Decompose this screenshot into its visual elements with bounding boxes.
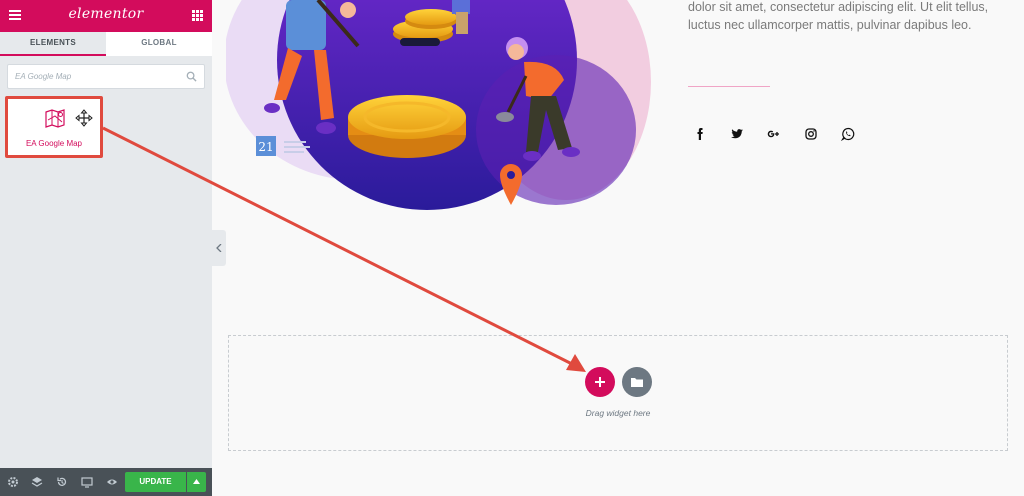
settings-icon[interactable] [7, 476, 19, 488]
facebook-icon[interactable] [693, 127, 707, 141]
editor-window: elementor ELEMENTS GLOBAL EA Google Map … [0, 0, 1024, 496]
hero-illustration: 21 [226, 0, 651, 210]
add-section-button[interactable] [585, 367, 615, 397]
panel-collapse-handle[interactable] [212, 230, 226, 266]
calendar-number: 21 [258, 140, 273, 154]
panel-header: elementor [0, 0, 212, 32]
layers-icon[interactable] [31, 476, 43, 488]
plus-icon [595, 377, 605, 387]
elementor-logo: elementor [68, 6, 144, 22]
tab-global[interactable]: GLOBAL [106, 32, 212, 56]
widgets-grid-icon[interactable] [192, 10, 203, 21]
history-icon[interactable] [56, 476, 68, 488]
tab-elements[interactable]: ELEMENTS [0, 32, 106, 56]
drag-move-icon[interactable] [75, 109, 93, 127]
widget-label: EA Google Map [25, 139, 83, 148]
pink-divider [688, 86, 770, 87]
body-paragraph: dolor sit amet, consectetur adipiscing e… [688, 0, 989, 32]
instagram-icon[interactable] [804, 127, 818, 141]
responsive-desktop-icon[interactable] [81, 476, 93, 488]
drop-zone-hint: Drag widget here [585, 408, 651, 418]
preview-eye-icon[interactable] [106, 476, 118, 488]
whatsapp-icon[interactable] [841, 127, 855, 141]
update-options-button[interactable] [187, 472, 206, 492]
twitter-icon[interactable] [730, 127, 744, 141]
page-canvas: 21 dolor sit amet, consectetur adipiscin… [226, 0, 1024, 496]
map-icon [45, 109, 65, 128]
google-plus-icon[interactable] [766, 127, 780, 141]
elementor-panel: elementor ELEMENTS GLOBAL EA Google Map … [0, 0, 212, 496]
chevron-left-icon [216, 244, 222, 252]
panel-tabs: ELEMENTS GLOBAL [0, 32, 212, 56]
widget-search-input[interactable] [8, 65, 178, 88]
drop-zone[interactable]: Drag widget here [228, 335, 1008, 451]
search-icon[interactable] [186, 71, 197, 82]
search-box [7, 64, 205, 89]
update-button[interactable]: UPDATE [125, 472, 186, 492]
caret-up-icon [193, 479, 200, 484]
panel-footer: UPDATE [0, 468, 212, 496]
folder-icon [631, 378, 643, 387]
add-template-button[interactable] [622, 367, 652, 397]
widget-ea-google-map[interactable]: EA Google Map [5, 96, 103, 158]
